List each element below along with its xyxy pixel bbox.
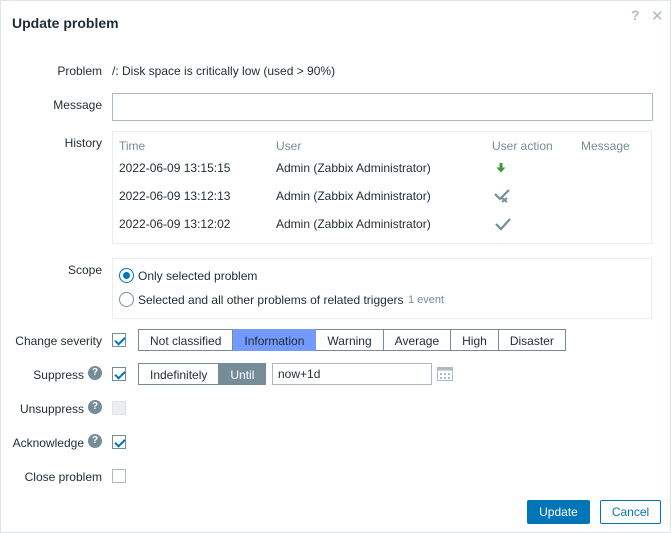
event-count: 1 event xyxy=(408,294,445,306)
scope-radio-selected-problem[interactable] xyxy=(119,268,134,283)
severity-information[interactable]: Information xyxy=(233,329,317,351)
suppress-label: Suppress xyxy=(33,368,84,382)
check-icon xyxy=(495,218,511,231)
acknowledge-checkbox[interactable] xyxy=(112,435,126,449)
history-label: History xyxy=(64,136,102,150)
scope-option-label: Selected and all other problems of relat… xyxy=(138,293,404,307)
update-problem-dialog: Update problem ? ✕ Problem /: Disk space… xyxy=(0,0,671,533)
suppress-indefinitely[interactable]: Indefinitely xyxy=(138,363,220,385)
help-icon[interactable]: ? xyxy=(631,7,640,23)
history-col-user-action: User action xyxy=(492,139,553,153)
acknowledge-help-icon[interactable]: ? xyxy=(88,434,102,448)
history-time: 2022-06-09 13:12:02 xyxy=(119,217,231,231)
suppress-until[interactable]: Until xyxy=(219,363,267,385)
severity-warning[interactable]: Warning xyxy=(316,329,384,351)
severity-average[interactable]: Average xyxy=(383,329,452,351)
close-problem-label: Close problem xyxy=(24,470,102,484)
suppress-mode-selector: Indefinitely Until xyxy=(138,363,267,385)
history-col-user: User xyxy=(276,139,302,153)
history-user: Admin (Zabbix Administrator) xyxy=(276,189,431,203)
cancel-button[interactable]: Cancel xyxy=(600,500,661,524)
acknowledge-label: Acknowledge xyxy=(12,436,84,450)
close-problem-checkbox[interactable] xyxy=(112,469,126,483)
unsuppress-help-icon[interactable]: ? xyxy=(88,400,102,414)
message-label: Message xyxy=(53,98,102,112)
history-table: Time User User action Message 2022-06-09… xyxy=(112,131,652,244)
severity-selector: Not classified Information Warning Avera… xyxy=(138,329,566,351)
history-user: Admin (Zabbix Administrator) xyxy=(276,217,431,231)
scope-radio-related-problems[interactable] xyxy=(119,292,134,307)
dialog-title: Update problem xyxy=(12,15,119,31)
scope-options: Only selected problem Selected and all o… xyxy=(112,258,652,319)
history-col-time: Time xyxy=(119,139,146,153)
arrow-down-icon xyxy=(496,163,506,173)
severity-disaster[interactable]: Disaster xyxy=(498,329,566,351)
unsuppress-checkbox[interactable] xyxy=(112,401,126,415)
history-user: Admin (Zabbix Administrator) xyxy=(276,161,431,175)
history-col-message: Message xyxy=(581,139,630,153)
change-severity-checkbox[interactable] xyxy=(112,333,126,347)
calendar-icon[interactable] xyxy=(437,367,453,381)
severity-high[interactable]: High xyxy=(451,329,499,351)
severity-not-classified[interactable]: Not classified xyxy=(138,329,234,351)
unsuppress-label: Unsuppress xyxy=(19,402,84,416)
problem-text: /: Disk space is critically low (used > … xyxy=(112,64,336,78)
update-button[interactable]: Update xyxy=(527,500,590,524)
close-icon[interactable]: ✕ xyxy=(651,7,664,25)
problem-label: Problem xyxy=(57,64,102,78)
suppress-help-icon[interactable]: ? xyxy=(88,366,102,380)
history-time: 2022-06-09 13:12:13 xyxy=(119,189,231,203)
message-textarea[interactable] xyxy=(112,93,653,121)
unacknowledge-icon xyxy=(494,189,510,203)
suppress-until-input[interactable]: now+1d xyxy=(272,363,432,385)
suppress-checkbox[interactable] xyxy=(112,367,126,381)
history-time: 2022-06-09 13:15:15 xyxy=(119,161,231,175)
scope-label: Scope xyxy=(67,263,102,277)
scope-option-label: Only selected problem xyxy=(138,269,258,283)
change-severity-label: Change severity xyxy=(15,334,102,348)
